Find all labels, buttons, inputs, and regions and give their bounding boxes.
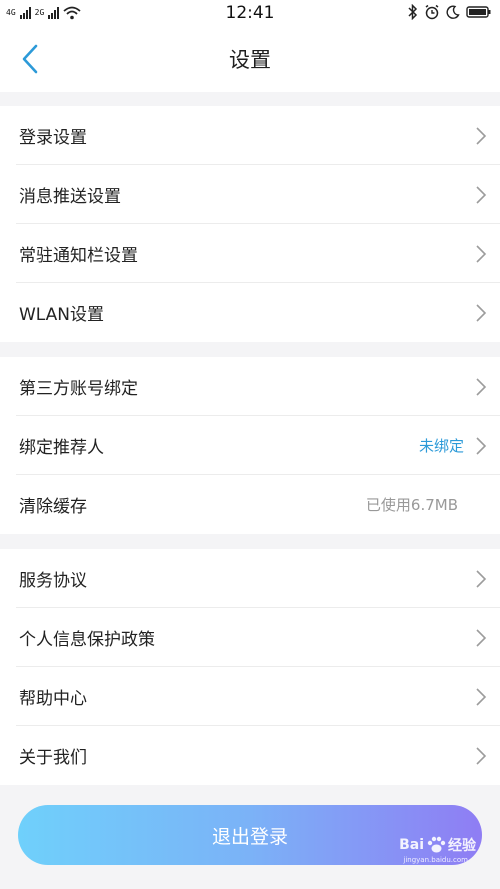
watermark-brand: Bai — [399, 837, 424, 853]
chevron-right-icon — [476, 629, 487, 647]
row-label: 服务协议 — [19, 571, 87, 591]
row-label: 关于我们 — [19, 748, 87, 768]
cache-size: 已使用6.7MB — [365, 496, 458, 514]
baidu-watermark: Bai 经验 — [399, 835, 476, 855]
chevron-right-icon — [476, 747, 487, 765]
row-push-settings[interactable]: 消息推送设置 — [0, 165, 500, 224]
moon-icon — [446, 5, 460, 19]
settings-group-info: 服务协议 个人信息保护政策 帮助中心 关于我们 — [0, 549, 500, 785]
status-bar: 4G 2G 12:41 — [0, 0, 500, 28]
row-label: 常驻通知栏设置 — [19, 246, 138, 266]
row-service-agreement[interactable]: 服务协议 — [0, 549, 500, 608]
chevron-right-icon — [476, 570, 487, 588]
row-notification-bar-settings[interactable]: 常驻通知栏设置 — [0, 224, 500, 283]
row-label: 第三方账号绑定 — [19, 379, 138, 399]
row-bind-referrer[interactable]: 绑定推荐人 未绑定 — [0, 416, 500, 475]
row-about-us[interactable]: 关于我们 — [0, 726, 500, 785]
row-privacy-policy[interactable]: 个人信息保护政策 — [0, 608, 500, 667]
logout-label: 退出登录 — [211, 825, 288, 848]
settings-group-binding: 第三方账号绑定 绑定推荐人 未绑定 清除缓存 已使用6.7MB — [0, 357, 500, 534]
row-clear-cache[interactable]: 清除缓存 已使用6.7MB — [0, 475, 500, 534]
row-label: 登录设置 — [19, 128, 87, 148]
chevron-right-icon — [476, 186, 487, 204]
alarm-icon — [425, 4, 439, 20]
settings-group-account: 登录设置 消息推送设置 常驻通知栏设置 WLAN设置 — [0, 106, 500, 342]
status-icons — [408, 4, 492, 20]
chevron-right-icon — [476, 304, 487, 322]
watermark-url: jingyan.baidu.com — [403, 856, 468, 864]
chevron-right-icon — [476, 127, 487, 145]
row-label: 清除缓存 — [19, 497, 87, 517]
bluetooth-icon — [408, 4, 418, 20]
page-title: 设置 — [229, 48, 271, 72]
row-wlan-settings[interactable]: WLAN设置 — [0, 283, 500, 342]
chevron-right-icon — [476, 378, 487, 396]
battery-icon — [466, 6, 491, 18]
row-label: 帮助中心 — [19, 689, 87, 709]
navigation-bar: 设置 — [0, 28, 500, 92]
row-label: 个人信息保护政策 — [19, 630, 155, 650]
row-label: 绑定推荐人 — [19, 438, 104, 458]
row-login-settings[interactable]: 登录设置 — [0, 106, 500, 165]
row-help-center[interactable]: 帮助中心 — [0, 667, 500, 726]
chevron-right-icon — [476, 688, 487, 706]
paw-icon — [427, 836, 446, 853]
chevron-right-icon — [476, 437, 487, 455]
row-label: 消息推送设置 — [19, 187, 121, 207]
logout-button[interactable]: 退出登录 Bai 经验 jingyan.baidu.com — [18, 805, 482, 865]
referrer-status: 未绑定 — [418, 437, 464, 455]
chevron-right-icon — [476, 245, 487, 263]
row-third-party-binding[interactable]: 第三方账号绑定 — [0, 357, 500, 416]
watermark-suffix: 经验 — [448, 838, 476, 854]
row-label: WLAN设置 — [19, 305, 105, 325]
